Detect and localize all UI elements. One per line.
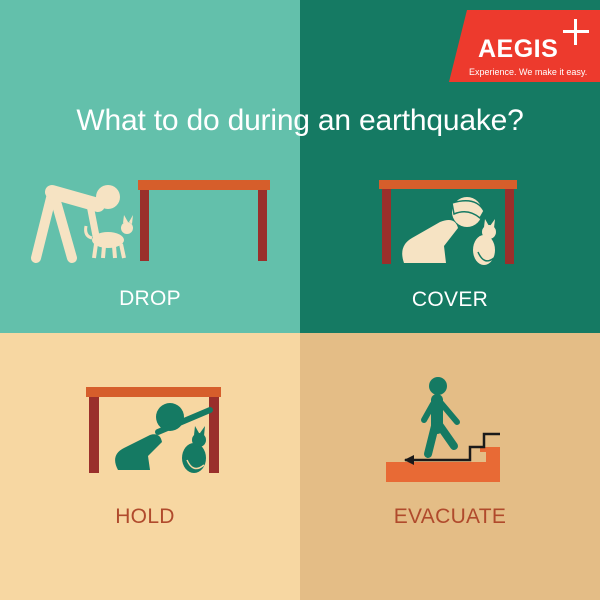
- label-cover: COVER: [411, 288, 489, 311]
- drop-table-icon: [138, 180, 270, 261]
- label-drop: DROP: [119, 287, 181, 310]
- cover-person-icon: [402, 197, 485, 263]
- label-evacuate: EVACUATE: [393, 505, 507, 528]
- cover-cat-icon: [473, 219, 496, 265]
- label-hold: HOLD: [115, 505, 175, 528]
- evacuate-person-icon: [421, 377, 460, 458]
- evacuate-stairs-icon: [386, 432, 500, 482]
- hold-cat-icon: [182, 426, 206, 473]
